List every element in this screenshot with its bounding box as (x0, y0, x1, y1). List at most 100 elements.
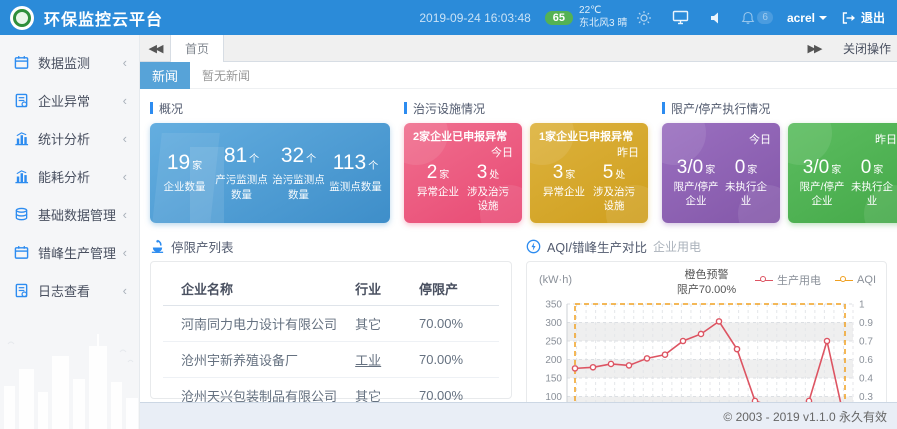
svg-text:0.3: 0.3 (859, 392, 873, 402)
stat-unit: 个 (306, 154, 316, 165)
svg-text:0.4: 0.4 (859, 374, 873, 385)
chevron-left-icon: ‹ (123, 207, 127, 222)
user-menu[interactable]: acrel (787, 11, 827, 25)
section-title: 概况 (159, 100, 183, 117)
section-accent-bar (662, 102, 665, 114)
stat-label: 涉及治污设施 (463, 186, 513, 213)
sidebar-item-label: 数据监测 (38, 53, 123, 72)
stat-value: 32 (281, 144, 304, 167)
card-day-label: 今日 (413, 144, 513, 160)
limit-card-yesterday: 昨日 3/0家 限产/停产企业 0家 未执行企业 (788, 123, 897, 223)
sidebar-item-data-monitor[interactable]: 数据监测 ‹ (0, 43, 139, 81)
cell-stop-limit: 70.00% (415, 306, 499, 342)
sidebar-item-label: 能耗分析 (38, 167, 123, 186)
stat-monitor-points: 113个 监测点数量 (327, 151, 384, 194)
stat-unit: 家 (873, 165, 883, 176)
sidebar-menu: 数据监测 ‹ 企业异常 ‹ 统计分析 ‹ 能耗分析 ‹ 基础数据管理 ‹ (0, 35, 139, 309)
section-title: 治污设施情况 (413, 100, 485, 117)
stat-unit: 处 (489, 170, 499, 181)
sidebar-item-label: 基础数据管理 (38, 205, 123, 224)
cell-enterprise-name: 河南同力电力设计有限公司 (163, 306, 351, 342)
section-treatment-facilities: 治污设施情况 2家企业已申报异常 今日 2家 异常企业 (404, 101, 648, 223)
logo-emblem (13, 9, 31, 27)
cell-enterprise-name: 沧州宇新养殖设备厂 (163, 342, 351, 378)
app-window: 环保监控云平台 2019-09-24 16:03:48 65 22℃ 东北风3 … (0, 0, 897, 429)
stat-unit: 家 (705, 165, 715, 176)
weather-desc: 东北风3 晴 (579, 18, 627, 29)
topbar-right: 2019-09-24 16:03:48 65 22℃ 东北风3 晴 6 (419, 5, 885, 30)
stat-facilities-involved: 3处 涉及治污设施 (463, 162, 513, 213)
database-icon (14, 207, 29, 222)
svg-text:0.9: 0.9 (859, 318, 873, 329)
section-aqi-compare: AQI/错峰生产对比 企业用电 (kW·h) 橙色预警 限产70.00% 生产 (526, 237, 887, 402)
legend-production[interactable]: 生产用电 (755, 272, 821, 288)
treatment-card-today: 2家企业已申报异常 今日 2家 异常企业 3处 涉及治污设施 (404, 123, 522, 223)
stat-unit: 处 (615, 170, 625, 181)
card-stats: 3/0家 限产/停产企业 0家 未执行企业 (671, 157, 771, 208)
cell-industry-link[interactable]: 工业 (351, 342, 415, 378)
logout-button[interactable]: 退出 (841, 9, 885, 26)
table-header-row: 企业名称 行业 停限产 (163, 272, 499, 306)
stat-enterprise-count: 19家 企业数量 (156, 151, 213, 194)
power-circle-icon (526, 239, 541, 254)
weather-group: 65 22℃ 东北风3 晴 (545, 5, 656, 30)
sidebar-item-statistics[interactable]: 统计分析 ‹ (0, 119, 139, 157)
card-stats: 2家 异常企业 3处 涉及治污设施 (413, 162, 513, 213)
overview-card: 19家 企业数量 81个 产污监测点数量 32个 治污监测点数量 113个 (150, 123, 390, 223)
stat-unit: 个 (368, 161, 378, 172)
cell-stop-limit: 70.00% (415, 378, 499, 403)
sidebar-item-peak-production[interactable]: 错峰生产管理 ‹ (0, 233, 139, 271)
datetime: 2019-09-24 16:03:48 (419, 11, 530, 25)
column-stop-limit: 停限产 (415, 272, 499, 306)
tabbar-right: ▶▶ 关闭操作 (799, 40, 897, 57)
stat-limited-enterprises: 3/0家 限产/停产企业 (671, 157, 721, 208)
document-icon (14, 283, 29, 298)
notification-count-badge: 6 (757, 11, 773, 24)
section-header: 治污设施情况 (404, 101, 648, 115)
logo (10, 6, 34, 30)
sidebar-item-energy-analysis[interactable]: 能耗分析 ‹ (0, 157, 139, 195)
stat-value: 3 (477, 162, 488, 183)
close-operations-button[interactable]: 关闭操作 (843, 40, 891, 57)
chevron-left-icon: ‹ (123, 131, 127, 146)
weather-text: 22℃ 东北风3 晴 (579, 5, 627, 30)
chart-annotation: 橙色预警 限产70.00% (677, 268, 736, 298)
tab-home[interactable]: 首页 (170, 35, 224, 62)
stat-label: 异常企业 (413, 186, 463, 200)
tabs-scroll-right-icon[interactable]: ▶▶ (799, 42, 829, 55)
stat-value: 5 (603, 162, 614, 183)
copyright-text: © 2003 - 2019 v1.1.0 永久有效 (723, 408, 887, 425)
stat-label: 产污监测点数量 (213, 173, 270, 201)
speaker-icon[interactable] (705, 7, 727, 29)
monitor-icon[interactable] (669, 7, 691, 29)
column-enterprise-name: 企业名称 (163, 272, 351, 306)
cell-enterprise-name: 沧州天兴包装制品有限公司 (163, 378, 351, 403)
tab-bar: ◀◀ 首页 ▶▶ 关闭操作 (140, 35, 897, 62)
section-accent-bar (404, 102, 407, 114)
aqi-chart-panel: (kW·h) 橙色预警 限产70.00% 生产用电 (526, 261, 887, 402)
stat-label: 限产/停产企业 (671, 181, 721, 208)
notifications[interactable]: 6 (741, 11, 773, 25)
stat-label: 监测点数量 (327, 180, 384, 194)
sidebar-item-log-view[interactable]: 日志查看 ‹ (0, 271, 139, 309)
limit-card-today: 今日 3/0家 限产/停产企业 0家 未执行企业 (662, 123, 780, 223)
news-text: 暂无新闻 (202, 67, 250, 84)
cell-industry: 其它 (351, 306, 415, 342)
stat-facilities-involved: 5处 涉及治污设施 (589, 162, 639, 213)
chevron-left-icon: ‹ (123, 93, 127, 108)
calendar-icon (14, 55, 29, 70)
footer-bar: © 2003 - 2019 v1.1.0 永久有效 (140, 402, 897, 429)
legend-aqi[interactable]: AQI (835, 272, 876, 288)
tabs-scroll-left-icon[interactable]: ◀◀ (140, 42, 170, 55)
detail-row: 停限产列表 企业名称 行业 停限产 (150, 237, 887, 402)
y-axis-unit-label: (kW·h) (539, 274, 572, 286)
svg-text:1: 1 (859, 300, 865, 311)
sidebar-item-label: 错峰生产管理 (38, 243, 123, 262)
stat-value: 19 (167, 151, 190, 174)
section-title: 限产/停产执行情况 (671, 100, 770, 117)
chevron-left-icon: ‹ (123, 245, 127, 260)
stat-value: 3/0 (677, 157, 703, 178)
sidebar-item-base-data[interactable]: 基础数据管理 ‹ (0, 195, 139, 233)
sidebar-item-enterprise-anomaly[interactable]: 企业异常 ‹ (0, 81, 139, 119)
card-day-label: 今日 (671, 131, 771, 147)
